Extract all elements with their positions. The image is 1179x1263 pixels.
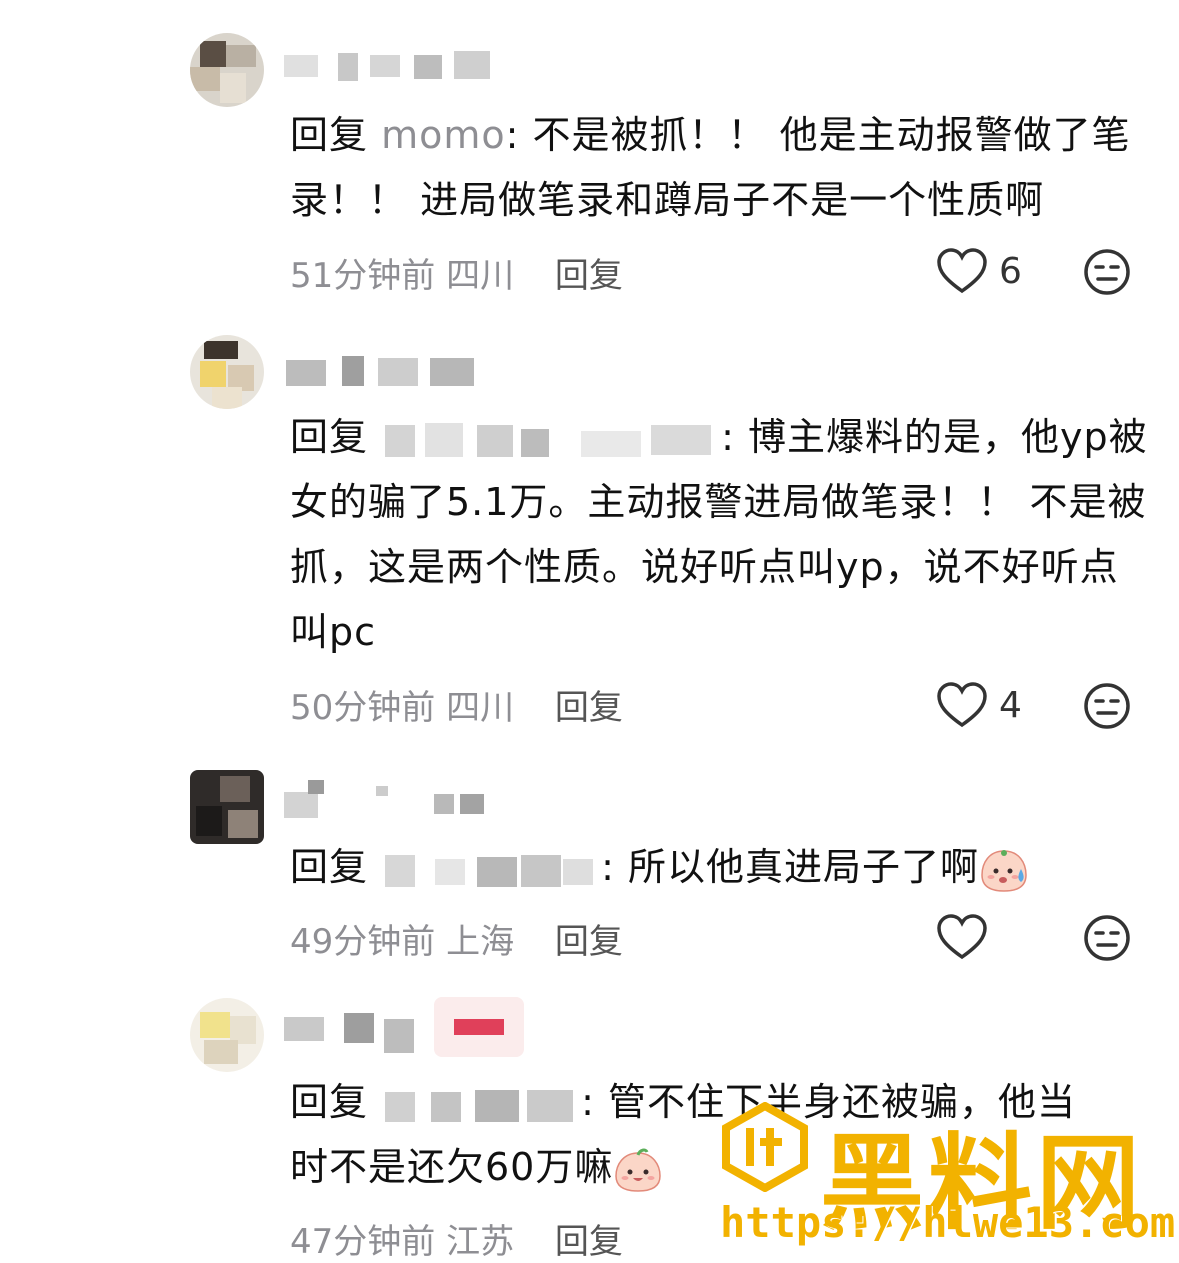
timestamp: 50分钟前 [290, 688, 436, 728]
like-count: 4 [999, 684, 1022, 726]
username-blurred[interactable] [284, 350, 514, 390]
unhappy-face-icon[interactable] [1083, 248, 1131, 296]
avatar[interactable] [190, 770, 264, 844]
comment-text: 回复 : 博主爆料的是，他yp被女的骗了5.1万。主动报警进局做笔录！！ 不是被… [290, 405, 1150, 665]
sweat-face-emoji [981, 849, 1027, 892]
reply-button[interactable]: 回复 [555, 1222, 623, 1262]
like-count: 6 [999, 250, 1022, 292]
heart-outline-icon [937, 682, 987, 728]
reply-button[interactable]: 回复 [555, 256, 623, 296]
location: 四川 [446, 256, 515, 296]
comment-meta: 51分钟前 四川 回复 [290, 248, 623, 297]
reply-prefix: 回复 [290, 845, 369, 889]
like-button[interactable] [935, 912, 999, 962]
comment-text: 回复 : 所以他真进局子了啊 [290, 835, 1150, 900]
timestamp: 47分钟前 [290, 1222, 436, 1262]
reply-target-blurred[interactable] [381, 421, 721, 459]
watermark-logo-icon [722, 1102, 808, 1192]
comment-text: 回复 momo: 不是被抓！！ 他是主动报警做了笔录！！ 进局做笔录和蹲局子不是… [290, 103, 1150, 233]
reply-target-blurred[interactable] [381, 1086, 581, 1124]
heart-outline-icon [937, 914, 987, 960]
like-button[interactable]: 6 [935, 246, 1022, 296]
location: 上海 [446, 922, 515, 962]
username-blurred[interactable] [284, 45, 514, 85]
watermark: 黑料网 https://hlwe13.com [720, 1098, 1179, 1256]
unhappy-face-icon[interactable] [1083, 682, 1131, 730]
comment-meta: 50分钟前 四川 回复 [290, 680, 623, 729]
timestamp: 49分钟前 [290, 922, 436, 962]
reply-prefix: 回复 [290, 415, 369, 459]
username-blurred[interactable] [284, 780, 514, 820]
avatar[interactable] [190, 998, 264, 1072]
avatar[interactable] [190, 33, 264, 107]
username-blurred[interactable] [284, 997, 534, 1057]
smile-face-emoji [615, 1148, 662, 1192]
reply-button[interactable]: 回复 [555, 688, 623, 728]
location: 四川 [446, 688, 515, 728]
avatar[interactable] [190, 335, 264, 409]
like-button[interactable]: 4 [935, 680, 1022, 730]
comment-body: : 所以他真进局子了啊 [601, 845, 979, 889]
reply-target-name[interactable]: momo [381, 113, 506, 157]
heart-outline-icon [937, 248, 987, 294]
reply-target-blurred[interactable] [381, 851, 601, 889]
reply-prefix: 回复 [290, 1080, 369, 1124]
watermark-url: https://hlwe13.com [720, 1198, 1176, 1247]
timestamp: 51分钟前 [290, 256, 436, 296]
reply-button[interactable]: 回复 [555, 922, 623, 962]
comment-meta: 49分钟前 上海 回复 [290, 914, 623, 963]
reply-prefix: 回复 [290, 113, 369, 157]
comment-body-line2: 时不是还欠60万嘛 [290, 1145, 614, 1189]
unhappy-face-icon[interactable] [1083, 914, 1131, 962]
location: 江苏 [446, 1222, 515, 1262]
